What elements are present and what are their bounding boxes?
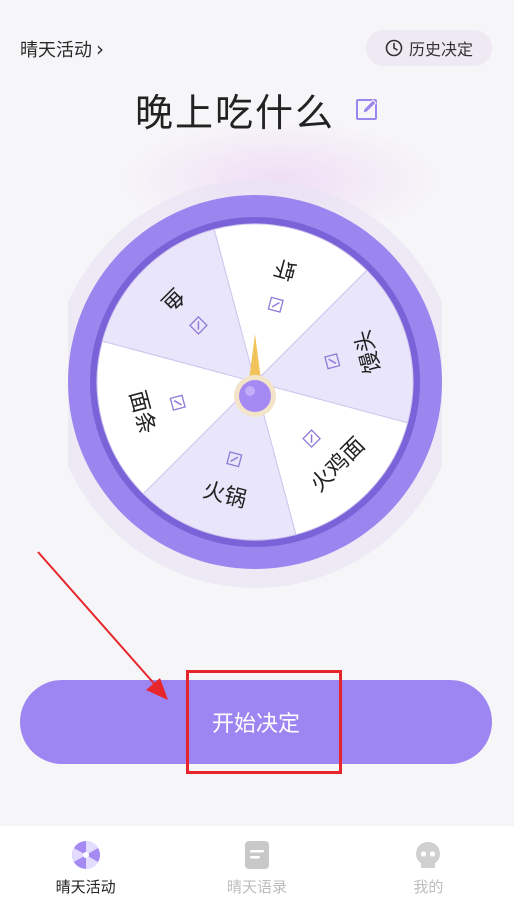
tab-profile-label: 我的 <box>413 878 444 896</box>
clock-icon <box>385 39 403 57</box>
wheel-hub[interactable] <box>239 380 271 412</box>
wheel-hub-highlight <box>245 386 255 396</box>
history-button-label: 历史决定 <box>408 40 473 59</box>
page-title: 晚上吃什么 <box>134 90 335 135</box>
tab-quotes-label: 晴天语录 <box>226 878 287 896</box>
tab-activities[interactable]: 晴天活动 <box>0 826 171 897</box>
history-button[interactable]: 历史决定 <box>366 30 492 66</box>
tab-profile[interactable]: 我的 <box>343 826 514 897</box>
chevron-right-icon: › <box>96 37 104 61</box>
app-screen: 晴天活动 › 历史决定 晚上吃什么 虾馒头 火鸡面 火锅 面条鱼 开始决定 晴天… <box>0 0 514 897</box>
title-row: 晚上吃什么 <box>0 82 514 136</box>
profile-icon <box>416 842 441 868</box>
wheel-icon <box>71 841 100 869</box>
tab-quotes[interactable]: 晴天语录 <box>171 826 342 897</box>
start-decision-button[interactable]: 开始决定 <box>20 680 492 764</box>
activity-link-label: 晴天活动 <box>20 40 92 61</box>
activity-link[interactable]: 晴天活动 › <box>20 36 104 62</box>
decision-wheel[interactable]: 虾馒头 火鸡面 火锅 面条鱼 <box>68 166 442 598</box>
bottom-tab-bar: 晴天活动 晴天语录 我的 <box>0 826 514 897</box>
start-decision-label: 开始决定 <box>211 712 300 737</box>
edit-title-icon[interactable] <box>355 97 379 121</box>
tab-activities-label: 晴天活动 <box>55 878 116 896</box>
note-icon <box>244 841 269 869</box>
